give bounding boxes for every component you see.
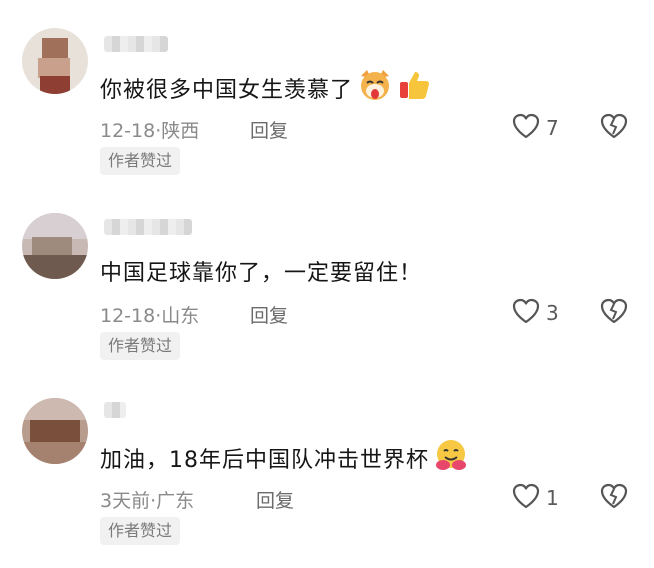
dislike-button[interactable] — [600, 298, 628, 328]
broken-heart-icon — [600, 298, 628, 328]
author-liked-badge: 作者赞过 — [100, 517, 181, 545]
thumbs-up-emoji-icon — [397, 68, 431, 108]
reply-button[interactable]: 回复 — [250, 116, 288, 143]
username-blurred[interactable] — [104, 402, 126, 418]
broken-heart-icon — [600, 113, 628, 143]
avatar[interactable] — [22, 398, 88, 464]
like-count: 7 — [546, 116, 559, 140]
heart-icon — [512, 113, 540, 143]
dislike-button[interactable] — [600, 483, 628, 513]
broken-heart-icon — [600, 483, 628, 513]
comment-date: 12-18 — [100, 305, 156, 327]
comment-meta: 12-18·陕西 — [100, 116, 199, 143]
dog-emoji-icon — [357, 68, 393, 108]
heart-icon — [512, 483, 540, 513]
like-button[interactable]: 7 — [512, 113, 559, 143]
heart-icon — [512, 298, 540, 328]
comment-date: 3天前 — [100, 490, 151, 512]
author-liked-badge: 作者赞过 — [100, 332, 181, 360]
comment-meta: 3天前·广东 — [100, 486, 194, 513]
avatar[interactable] — [22, 213, 88, 279]
comment-meta: 12-18·山东 — [100, 301, 199, 328]
comment-date: 12-18 — [100, 120, 156, 142]
like-count: 1 — [546, 486, 559, 510]
author-liked-badge: 作者赞过 — [100, 147, 181, 175]
comment-text: 中国足球靠你了，一定要留住！ — [100, 261, 423, 286]
username-blurred[interactable] — [104, 219, 192, 235]
reply-button[interactable]: 回复 — [256, 486, 294, 513]
dislike-button[interactable] — [600, 113, 628, 143]
comment-text: 加油，18年后中国队冲击世界杯 — [100, 438, 469, 478]
comment-location: 山东 — [161, 305, 200, 327]
comment-text: 你被很多中国女生羡慕了 — [100, 68, 431, 108]
like-button[interactable]: 3 — [512, 298, 559, 328]
like-count: 3 — [546, 301, 559, 325]
avatar[interactable] — [22, 28, 88, 94]
username-blurred[interactable] — [104, 36, 168, 52]
comment-location: 广东 — [156, 490, 195, 512]
hugging-emoji-icon — [433, 438, 469, 478]
reply-button[interactable]: 回复 — [250, 301, 288, 328]
comment-location: 陕西 — [161, 120, 200, 142]
like-button[interactable]: 1 — [512, 483, 559, 513]
